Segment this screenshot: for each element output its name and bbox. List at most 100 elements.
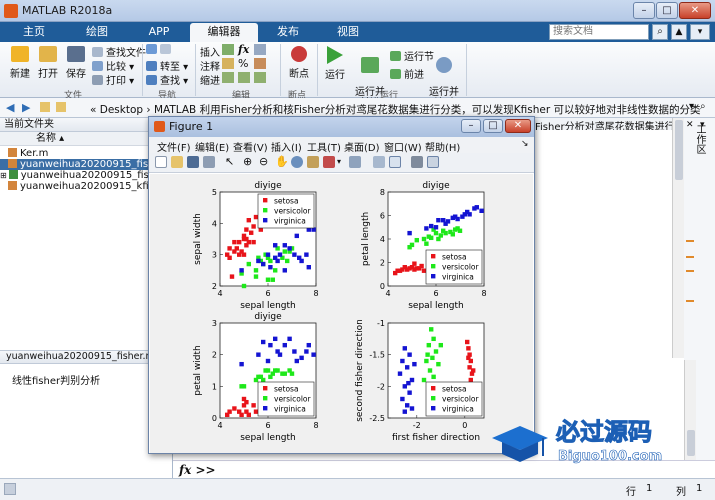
editor-pane[interactable] [535,130,672,358]
legend-marker-virginica [263,218,268,223]
y-tick-label: 8 [380,188,385,197]
back-arrow-icon[interactable]: ◀ [6,101,14,114]
menu-tools[interactable]: 工具(T) [307,139,341,154]
link-plot-icon[interactable] [349,156,361,168]
tab-view[interactable]: 视图 [318,23,378,42]
tab-publish[interactable]: 发布 [264,23,312,42]
tab-home[interactable]: 主页 [8,23,60,42]
open-file-icon[interactable] [171,156,183,168]
forward-arrow-icon[interactable]: ▶ [22,101,30,114]
insert-section-icon[interactable] [222,44,234,55]
outdent-icon[interactable] [254,72,266,83]
show-plot-tools-icon[interactable] [427,156,439,168]
menu-help[interactable]: 帮助(H) [425,139,460,154]
advance-button[interactable]: 前进 [390,66,424,81]
panel-menu-icon[interactable]: ▾ [700,120,710,130]
menu-edit[interactable]: 编辑(E) [195,139,229,154]
notification-icon[interactable]: ▲ [671,24,687,40]
save-figure-icon[interactable] [187,156,199,168]
scroll-thumb[interactable] [675,120,683,180]
close-panel-icon[interactable]: ✕ [686,120,696,130]
goto-button[interactable]: 转至 ▾ [146,58,188,73]
data-point-versicolor [424,358,429,364]
colorbar-icon[interactable] [373,156,385,168]
find-button[interactable]: 查找 ▾ [146,72,188,87]
insert-button[interactable]: 插入 [200,44,220,59]
search-input[interactable]: 搜索文档 [549,24,649,40]
menu-window[interactable]: 窗口(W) [384,139,422,154]
brush-dropdown-icon[interactable]: ▾ [337,156,349,168]
browse-folder-icon[interactable] [56,102,66,112]
figure-minimize-button[interactable]: – [461,119,481,133]
brush-icon[interactable] [323,156,335,168]
tab-editor[interactable]: 编辑器 [190,23,258,42]
y-tick-label: 2 [380,259,385,268]
comment-icon[interactable] [222,58,234,69]
data-cursor-icon[interactable] [307,156,319,168]
x-tick-label: 0 [462,421,467,430]
menu-insert[interactable]: 插入(I) [271,139,302,154]
figure-maximize-button[interactable]: □ [483,119,503,133]
data-point-virginica [306,342,311,348]
folder-up-icon[interactable] [40,102,50,112]
menu-dock-icon[interactable]: ↘ [521,139,529,149]
legend-label: virginica [274,405,306,414]
new-button[interactable]: 新建 [8,46,32,80]
maximize-button[interactable]: □ [656,2,678,19]
comment-button[interactable]: 注释 [200,58,220,73]
tab-apps[interactable]: APP [134,23,184,42]
print-figure-icon[interactable] [203,156,215,168]
wrap-icon[interactable] [254,58,266,69]
legend-marker-setosa [263,386,268,391]
zoom-out-icon[interactable]: ⊖ [259,156,271,168]
minimize-button[interactable]: – [633,2,655,19]
nav-back-forward[interactable] [146,44,174,56]
rotate-icon[interactable] [291,156,303,168]
tab-plots[interactable]: 绘图 [66,23,128,42]
current-folder-path[interactable]: « Desktop › MATLAB 利用Fisher分析和核Fisher分析对… [90,102,701,117]
open-button[interactable]: 打开 [36,46,60,80]
data-point-versicolor [429,327,434,332]
data-point-virginica [256,258,261,264]
data-point-versicolor [241,384,247,389]
smart-indent-icon[interactable] [222,72,234,83]
x-tick-label: 4 [217,289,222,298]
percent-icon[interactable]: % [238,57,248,70]
print-button[interactable]: 打印 ▾ [92,72,134,87]
figure-close-button[interactable]: ✕ [505,119,531,133]
menu-view[interactable]: 查看(V) [233,139,268,154]
name-column-header[interactable]: 名称 ▴ [0,132,172,146]
data-point-virginica [407,352,412,357]
run-button[interactable]: 运行 [323,46,347,81]
new-figure-icon[interactable] [155,156,167,168]
zoom-in-icon[interactable]: ⊕ [243,156,255,168]
pointer-icon[interactable]: ↖ [225,156,237,168]
insert-function-icon[interactable] [254,44,266,55]
save-ribbon-button[interactable]: 保存 [64,46,88,80]
indent-icon[interactable] [238,72,250,83]
file-item[interactable]: Ker.m [8,148,48,159]
x-tick-label: 6 [265,289,270,298]
compare-button[interactable]: 比较 ▾ [92,58,134,73]
file-item-selected[interactable]: yuanweihua20200915_fisher.m [0,159,177,170]
close-button[interactable]: ✕ [679,2,711,19]
fx-icon[interactable]: fx [238,43,249,56]
editor-tab[interactable]: Fisher分析对鸢尾花数据集进行... [535,118,672,130]
breakpoint-button[interactable]: 断点 [286,46,312,80]
search-icon[interactable]: ⌕ [652,24,668,40]
address-search-icon[interactable]: ⌕ [700,101,706,112]
legend-icon[interactable] [389,156,401,168]
expand-ribbon-icon[interactable]: ▾ [690,24,710,40]
pan-icon[interactable]: ✋ [275,156,289,168]
address-dropdown-icon[interactable]: ▾ [689,101,694,112]
hide-plot-tools-icon[interactable] [411,156,423,168]
find-files-button[interactable]: 查找文件 [92,44,146,59]
code-marker [686,270,694,272]
menu-file[interactable]: 文件(F) [157,139,191,154]
legend-marker-virginica [263,406,268,411]
data-point-versicolor [409,242,415,248]
data-point-versicolor [414,237,419,243]
indent-button[interactable]: 缩进 [200,72,220,87]
expand-icon[interactable]: ⊞ [0,171,7,180]
menu-desktop[interactable]: 桌面(D) [344,139,380,154]
